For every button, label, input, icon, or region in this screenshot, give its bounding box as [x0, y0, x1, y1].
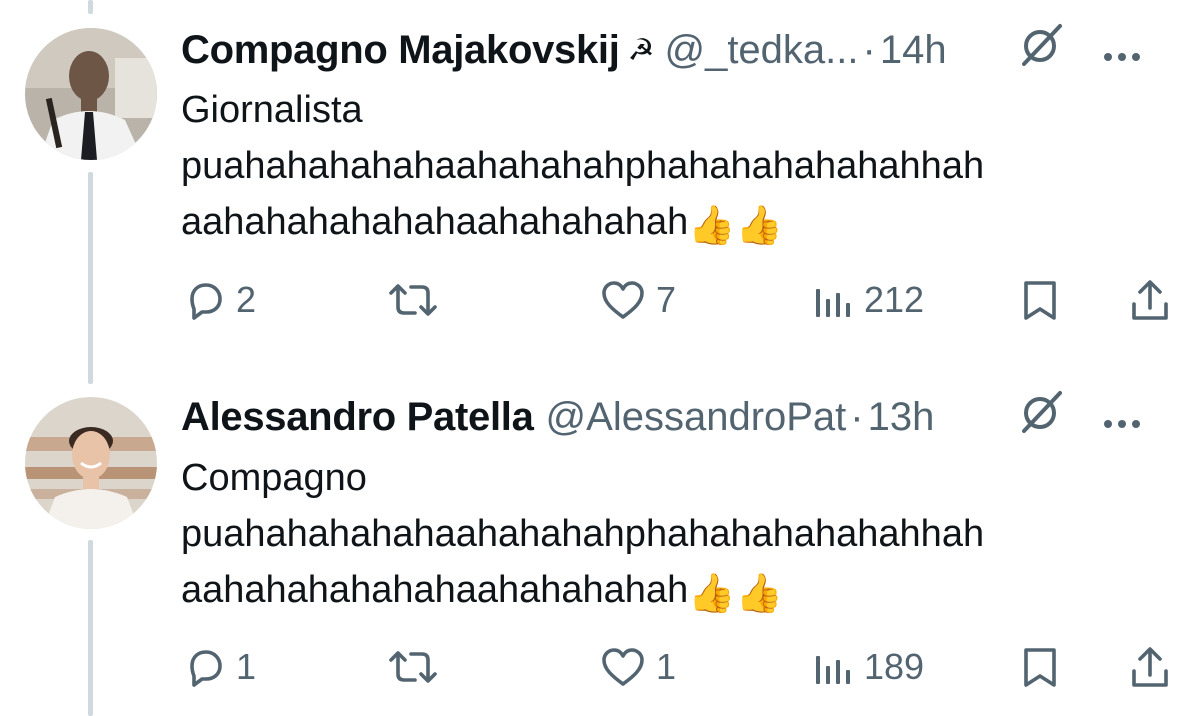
tweet-text-line-content: aahahahahahahaahahahahah [181, 201, 689, 243]
tweet-text-line: Compagno [181, 457, 367, 499]
views-button[interactable]: 212 [812, 270, 924, 330]
thumbs-up-emoji: 👍👍 [688, 573, 783, 615]
views-button[interactable]: 189 [812, 637, 924, 697]
like-button[interactable]: 7 [600, 270, 676, 330]
like-count: 7 [656, 279, 677, 320]
reply-icon [184, 279, 226, 321]
tweet-actions: 2 7 212 [0, 270, 1200, 330]
tweet[interactable]: Alessandro Patella @AlessandroPat · 13h … [0, 380, 1200, 716]
tweet-text-line-content: aahahahahahahaahahahahah [181, 569, 689, 611]
retweet-button[interactable] [387, 637, 439, 697]
views-icon [812, 279, 854, 321]
avatar[interactable] [25, 397, 157, 529]
tweet-actions: 1 1 189 [0, 637, 1200, 697]
tweet-text-line: aahahahahahahaahahahahah👍👍 [181, 562, 1160, 622]
tweet-text-line: aahahahahahahaahahahahah👍👍 [181, 194, 1160, 254]
retweet-button[interactable] [387, 270, 439, 330]
tweet-text-line: puahahahahahaahahahahphahahahahahahhah [181, 513, 985, 555]
views-icon [812, 646, 854, 688]
retweet-icon [387, 646, 439, 688]
tweet[interactable]: Compagno Majakovskij ☭ @_tedka... · 14h … [0, 0, 1200, 360]
bookmark-button[interactable] [1020, 637, 1060, 697]
tweet-text: Giornalista puahahahahahaahahahahphahaha… [181, 82, 1160, 254]
thumbs-up-emoji: 👍👍 [688, 205, 783, 247]
reply-icon [184, 646, 226, 688]
reply-count: 1 [236, 646, 257, 687]
retweet-icon [387, 279, 439, 321]
separator-dot: · [862, 27, 876, 72]
share-icon [1128, 278, 1172, 322]
tweet-header: Alessandro Patella @AlessandroPat · 13h [181, 391, 1170, 442]
like-button[interactable]: 1 [600, 637, 676, 697]
views-count: 212 [864, 279, 925, 320]
bookmark-button[interactable] [1020, 270, 1060, 330]
views-count: 189 [864, 646, 925, 687]
more-icon[interactable] [1102, 28, 1142, 73]
share-button[interactable] [1128, 637, 1172, 697]
user-handle[interactable]: @AlessandroPat [546, 395, 847, 440]
reply-button[interactable]: 2 [184, 270, 256, 330]
user-handle[interactable]: @_tedka... [664, 28, 858, 73]
grok-icon[interactable] [1016, 387, 1066, 447]
share-icon [1128, 645, 1172, 689]
display-name[interactable]: Alessandro Patella [181, 395, 534, 440]
bookmark-icon [1020, 646, 1060, 688]
display-name[interactable]: Compagno Majakovskij [181, 28, 620, 73]
timestamp[interactable]: 13h [868, 395, 935, 440]
tweet-text: Compagno puahahahahahaahahahahphahahahah… [181, 450, 1160, 622]
hammer-sickle-badge: ☭ [627, 33, 655, 67]
reply-button[interactable]: 1 [184, 637, 256, 697]
like-count: 1 [656, 646, 677, 687]
grok-icon[interactable] [1016, 20, 1066, 80]
like-icon [600, 646, 646, 688]
more-icon[interactable] [1102, 395, 1142, 440]
timestamp[interactable]: 14h [880, 28, 947, 73]
tweet-header: Compagno Majakovskij ☭ @_tedka... · 14h [181, 24, 1170, 75]
separator-dot: · [850, 394, 864, 439]
reply-count: 2 [236, 279, 257, 320]
share-button[interactable] [1128, 270, 1172, 330]
like-icon [600, 279, 646, 321]
tweet-text-line: puahahahahahaahahahahphahahahahahahhah [181, 145, 985, 187]
tweet-text-line: Giornalista [181, 89, 363, 131]
bookmark-icon [1020, 279, 1060, 321]
avatar[interactable] [25, 28, 157, 160]
